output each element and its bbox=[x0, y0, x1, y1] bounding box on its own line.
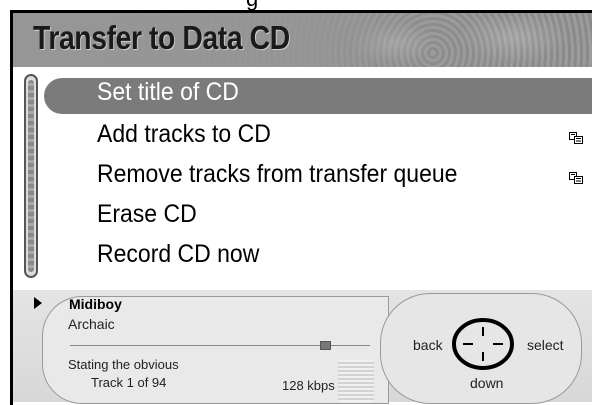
menu-item-remove-tracks[interactable]: Remove tracks from transfer queue bbox=[44, 158, 592, 198]
progress-knob[interactable] bbox=[319, 341, 331, 350]
menu-item-add-tracks[interactable]: Add tracks to CD bbox=[44, 118, 592, 158]
menu-list: Set title of CD Add tracks to CD Remove … bbox=[44, 78, 592, 278]
track-position: Track 1 of 94 bbox=[91, 375, 167, 390]
menu-item-label: Set title of CD bbox=[97, 78, 239, 106]
bitrate-label: 128 kbps bbox=[282, 378, 335, 393]
menu-item-erase-cd[interactable]: Erase CD bbox=[44, 198, 592, 238]
top-clip-glyph: g bbox=[246, 0, 258, 10]
back-button[interactable]: back bbox=[413, 337, 443, 353]
menu-item-label: Remove tracks from transfer queue bbox=[97, 160, 458, 188]
menu-item-label: Erase CD bbox=[97, 200, 197, 228]
menu-item-label: Record CD now bbox=[97, 240, 260, 268]
truncated-top-text: g bbox=[0, 0, 592, 10]
down-button[interactable]: down bbox=[470, 375, 503, 391]
play-icon bbox=[34, 297, 42, 309]
menu-item-set-title[interactable]: Set title of CD bbox=[44, 78, 592, 114]
folder-stack-icon bbox=[569, 132, 583, 144]
menu-scrollbar[interactable] bbox=[24, 74, 38, 278]
menu-item-record-cd[interactable]: Record CD now bbox=[44, 238, 592, 278]
folder-stack-icon bbox=[569, 172, 583, 184]
page-title: Transfer to Data CD bbox=[33, 19, 290, 56]
song-title: Stating the obvious bbox=[68, 357, 179, 372]
level-meter bbox=[338, 360, 374, 402]
menu-item-label: Add tracks to CD bbox=[97, 120, 271, 148]
joystick-icon[interactable] bbox=[451, 317, 515, 371]
album-name: Archaic bbox=[68, 316, 115, 332]
scrollbar-thumb[interactable] bbox=[28, 80, 34, 272]
select-button[interactable]: select bbox=[527, 337, 564, 353]
title-bar: Transfer to Data CD bbox=[13, 13, 592, 67]
artist-name: Midiboy bbox=[69, 296, 122, 312]
